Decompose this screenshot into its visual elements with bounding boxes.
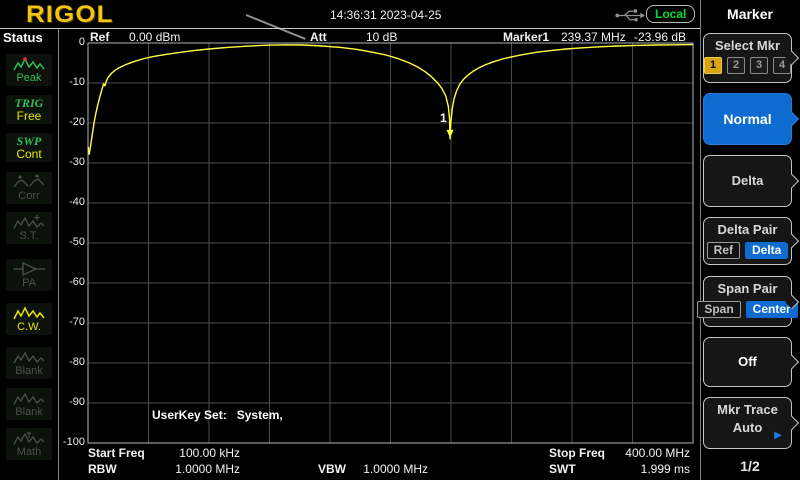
userkey-label: UserKey Set: [152,408,227,422]
att-label: Att [310,30,327,44]
local-badge: Local [646,5,696,23]
marker-freq: 239.37 MHz [561,30,626,44]
rigol-logo: RIGOL [26,1,114,28]
menu-title: Marker [727,6,773,22]
status-label: S.T. [19,230,39,242]
userkey-message: UserKey Set: System, [152,408,283,422]
blank-waveform-icon [13,392,45,405]
status-label: Math [16,446,42,458]
status-panel-title: Status [3,30,43,45]
marker-amp: -23.96 dB [634,30,687,44]
status-item-blank2: Blank [6,388,52,420]
delta-label: Delta [731,173,764,188]
stop-freq-value: 400.00 MHz [625,446,690,460]
select-mkr-option-1: 1 [704,57,722,74]
delta-pair-button[interactable]: Delta Pair Ref Delta [703,217,792,265]
stop-freq-label: Stop Freq [549,446,605,460]
cw-waveform-icon [13,306,45,320]
att-value: 10 dB [366,30,398,44]
math-waveform-icon [13,431,45,445]
status-label: Blank [15,365,43,377]
marker-number-label: 1 [440,110,447,125]
vbw-label: VBW [318,462,346,476]
status-label: Cont [16,147,42,161]
select-mkr-button[interactable]: Select Mkr 1 2 3 4 [703,33,792,83]
select-mkr-label: Select Mkr [714,38,781,53]
marker-name: Marker1 [503,30,550,44]
status-item-trigger: TRIG Free [6,95,52,124]
off-button[interactable]: Off [703,337,792,387]
sweep-time-icon [13,215,45,229]
clock: 14:36:31 2023-04-25 [330,8,442,22]
status-label: Peak [16,72,42,84]
off-label: Off [738,354,757,369]
userkey-value: System, [236,408,283,422]
start-freq-label: Start Freq [88,446,145,460]
y-axis-tick: -70 [69,316,85,328]
mkr-trace-label: Mkr Trace [717,402,778,417]
spectrum-plot [87,42,694,444]
peak-waveform-icon [13,57,45,71]
y-axis-tick: -40 [69,196,85,208]
normal-button[interactable]: Normal [703,93,792,145]
submenu-arrow-icon: ▶ [774,430,782,441]
y-axis-tick: -100 [62,436,85,448]
rbw-label: RBW [88,462,117,476]
select-mkr-option-3: 3 [750,57,768,74]
status-item-pa: PA [6,259,52,291]
y-axis-tick: -80 [69,356,85,368]
topbar-divider [0,28,700,29]
select-mkr-option-2: 2 [727,57,745,74]
y-axis-tick: -50 [69,236,85,248]
menu-panel-divider [700,0,701,480]
status-item-cw: C.W. [6,303,52,335]
usb-icon [614,8,646,28]
status-label: C.W. [17,321,41,333]
preamp-icon [13,261,45,277]
status-item-st: S.T. [6,212,52,244]
status-label: PA [22,277,36,289]
status-label: Corr [18,190,40,202]
delta-pair-label: Delta Pair [717,222,778,237]
y-axis-tick: -90 [69,396,85,408]
select-mkr-option-4: 4 [773,57,791,74]
y-axis-tick: -20 [69,116,85,128]
status-panel-divider [58,28,59,480]
delta-pair-delta-chip: Delta [745,242,789,259]
ref-value: 0.00 dBm [129,30,181,44]
status-item-sweep: SWP Cont [6,133,52,162]
mkr-trace-button[interactable]: Mkr Trace Auto ▶ [703,397,792,449]
span-pair-span-chip: Span [697,301,741,318]
status-item-math: Math [6,428,52,460]
start-freq-value: 100.00 kHz [179,446,240,460]
span-pair-button[interactable]: Span Pair Span Center [697,276,798,327]
status-item-blank1: Blank [6,347,52,379]
delta-button[interactable]: Delta [703,155,792,207]
menu-page-indicator: 1/2 [740,458,760,474]
analyzer-screen: RIGOL 14:36:31 2023-04-25 Local Status P… [0,0,800,480]
y-axis-tick: -30 [69,156,85,168]
span-pair-label: Span Pair [717,281,778,296]
status-label: Free [16,109,42,123]
y-axis-tick: 0 [78,36,85,48]
y-axis-tick: -60 [69,276,85,288]
status-item-peak: Peak [6,54,52,86]
vbw-value: 1.0000 MHz [363,462,428,476]
swt-value: 1.999 ms [640,462,690,476]
swt-label: SWT [549,462,576,476]
delta-pair-ref-chip: Ref [706,242,740,259]
normal-label: Normal [723,111,772,127]
status-item-corr: Corr [6,172,52,204]
y-axis-tick: -10 [69,76,85,88]
corr-icon [13,174,45,188]
status-label: Blank [15,406,43,418]
span-pair-center-chip: Center [745,301,798,318]
blank-waveform-icon [13,351,45,364]
rbw-value: 1.0000 MHz [175,462,240,476]
ref-label: Ref [90,30,110,44]
